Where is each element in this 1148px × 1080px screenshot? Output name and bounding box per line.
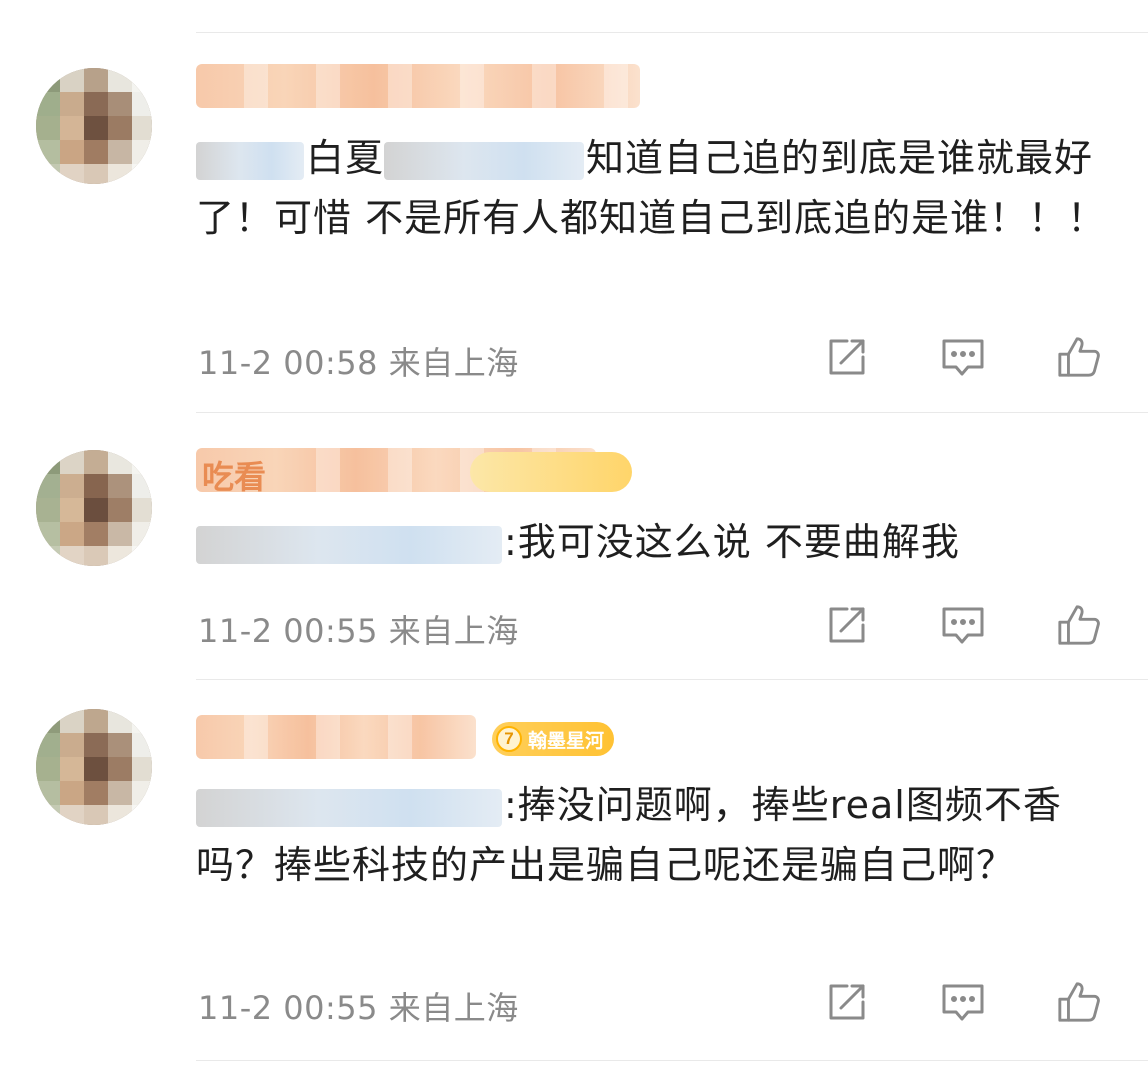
mention-redacted[interactable] (196, 788, 502, 827)
comment-location: 来自上海 (388, 989, 519, 1027)
comment-text: 白夏 知道自己追的到底是谁就最好了！可惜 不是所有人都知道自己到底追的是谁！！！ (196, 128, 1116, 248)
comment-location: 来自上海 (388, 344, 519, 382)
divider (196, 32, 1148, 33)
divider (196, 1060, 1148, 1061)
mention-redacted[interactable] (196, 525, 502, 564)
comment-text: :我可没这么说 不要曲解我 (196, 512, 1116, 572)
mention-redacted[interactable] (196, 141, 304, 180)
share-icon[interactable] (824, 602, 870, 648)
avatar[interactable] (36, 450, 152, 566)
username-redacted[interactable] (196, 715, 476, 759)
comment-location: 来自上海 (388, 612, 519, 650)
comment-meta: 11-2 00:58 来自上海 (198, 338, 519, 384)
avatar[interactable] (36, 68, 152, 184)
comment-actions (754, 602, 1102, 648)
share-icon[interactable] (824, 334, 870, 380)
mention-redacted[interactable] (384, 141, 585, 180)
comment-icon[interactable] (940, 602, 986, 648)
comment-icon[interactable] (940, 979, 986, 1025)
thumbs-up-icon[interactable] (1056, 602, 1102, 648)
comment-icon[interactable] (940, 334, 986, 380)
divider (196, 679, 1148, 680)
share-icon[interactable] (824, 979, 870, 1025)
avatar[interactable] (36, 709, 152, 825)
thumbs-up-icon[interactable] (1056, 979, 1102, 1025)
divider (196, 412, 1148, 413)
comment-list: 白夏 知道自己追的到底是谁就最好了！可惜 不是所有人都知道自己到底追的是谁！！！ … (0, 0, 1148, 1080)
badge-label: 翰墨星河 (528, 729, 605, 752)
username-redacted[interactable] (196, 64, 640, 108)
badge-level: 7 (496, 726, 522, 752)
username-fragment: 吃看 (202, 458, 267, 496)
badge-redacted (470, 452, 632, 492)
comment-text-body: :我可没这么说 不要曲解我 (504, 520, 960, 564)
fan-level-badge[interactable]: 7 翰墨星河 (492, 722, 615, 756)
comment-meta: 11-2 00:55 来自上海 (198, 983, 519, 1029)
comment-text: :捧没问题啊，捧些real图频不香吗？捧些科技的产出是骗自己呢还是骗自己啊？ (196, 775, 1116, 895)
comment-actions (754, 979, 1102, 1025)
comment-time: 11-2 00:58 (198, 344, 379, 382)
comment-actions (754, 334, 1102, 380)
comment-meta: 11-2 00:55 来自上海 (198, 606, 519, 652)
comment-text-prefix: 白夏 (306, 136, 385, 180)
thumbs-up-icon[interactable] (1056, 334, 1102, 380)
comment-time: 11-2 00:55 (198, 989, 379, 1027)
comment-time: 11-2 00:55 (198, 612, 379, 650)
